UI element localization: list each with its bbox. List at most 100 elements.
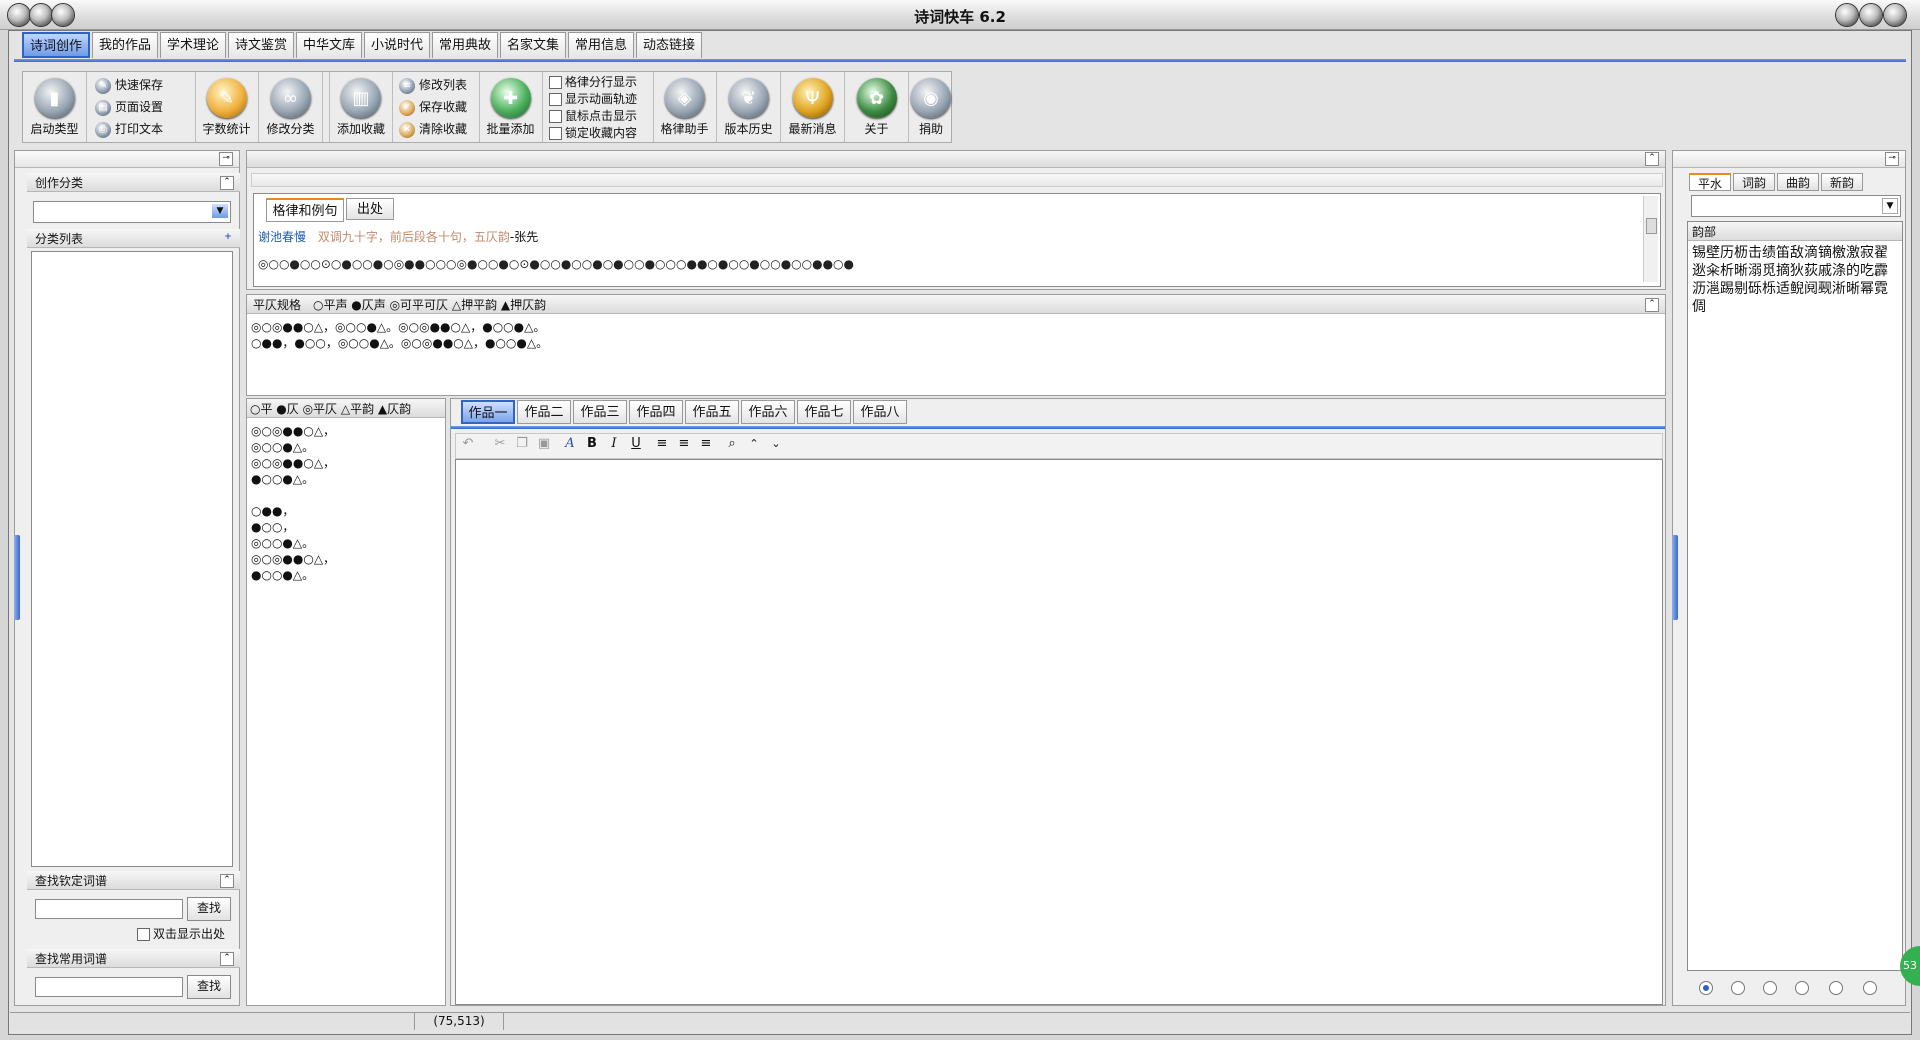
meter-helper-button[interactable]: ◈ 格律助手 bbox=[653, 72, 717, 142]
collapse-icon[interactable]: ⌃ bbox=[1645, 298, 1659, 312]
page-radio-1[interactable] bbox=[1699, 981, 1713, 995]
page-radio-5[interactable] bbox=[1829, 981, 1843, 995]
window-control-2[interactable] bbox=[1860, 4, 1882, 26]
collapse-icon[interactable]: ⌃ bbox=[220, 176, 234, 190]
status-bar: (75,513) bbox=[10, 1012, 1910, 1030]
page-radio-4[interactable] bbox=[1795, 981, 1809, 995]
tab-meter-examples[interactable]: 格律和例句 bbox=[266, 198, 344, 222]
tab-work-4[interactable]: 作品四 bbox=[629, 400, 683, 424]
search-common-button[interactable]: 查找 bbox=[187, 975, 231, 999]
tab-work-8[interactable]: 作品八 bbox=[853, 400, 907, 424]
scrollbar[interactable] bbox=[1643, 196, 1658, 282]
tab-novels[interactable]: 小说时代 bbox=[364, 32, 430, 58]
chevron-down-icon[interactable]: ⌄ bbox=[766, 434, 786, 454]
collapse-icon[interactable]: ⌃ bbox=[220, 952, 234, 966]
tab-source[interactable]: 出处 bbox=[346, 198, 394, 220]
search-common-input[interactable] bbox=[35, 977, 183, 997]
align-center-icon[interactable]: ≡ bbox=[674, 434, 694, 454]
copy-icon[interactable]: ❐ bbox=[512, 434, 532, 454]
tab-work-7[interactable]: 作品七 bbox=[797, 400, 851, 424]
checkbox-lock-favorites[interactable]: 锁定收藏内容 bbox=[549, 124, 637, 141]
font-color-icon[interactable]: A bbox=[560, 434, 580, 454]
tab-library[interactable]: 中华文库 bbox=[296, 32, 362, 58]
save-favorite-button[interactable]: ✓ 保存收藏 bbox=[399, 96, 467, 118]
checkbox-animation-trace[interactable]: 显示动画轨迹 bbox=[549, 90, 637, 107]
tab-quyun[interactable]: 曲韵 bbox=[1777, 173, 1819, 191]
save-favorite-icon: ✓ bbox=[399, 99, 415, 116]
align-left-icon[interactable]: ≡ bbox=[652, 434, 672, 454]
pin-icon[interactable]: ⊸ bbox=[1885, 152, 1899, 166]
tab-appreciation[interactable]: 诗文鉴赏 bbox=[228, 32, 294, 58]
tab-shici-chuangzuo[interactable]: 诗词创作 bbox=[22, 32, 90, 58]
bold-icon[interactable]: B bbox=[582, 434, 602, 454]
cut-icon[interactable]: ✂ bbox=[490, 434, 510, 454]
title-bar: 诗词快车 6.2 bbox=[0, 0, 1920, 30]
align-right-icon[interactable]: ≡ bbox=[696, 434, 716, 454]
category-list[interactable] bbox=[31, 251, 233, 867]
tab-anthologies[interactable]: 名家文集 bbox=[500, 32, 566, 58]
left-splitter-handle[interactable] bbox=[14, 535, 20, 620]
batch-add-button[interactable]: ✚ 批量添加 bbox=[479, 72, 543, 142]
italic-icon[interactable]: I bbox=[604, 434, 624, 454]
page-radio-6[interactable] bbox=[1863, 981, 1877, 995]
search-ci-button[interactable]: 查找 bbox=[187, 897, 231, 921]
tab-links[interactable]: 动态链接 bbox=[636, 32, 702, 58]
add-favorite-button[interactable]: ▥ 添加收藏 bbox=[329, 72, 393, 142]
tab-common-info[interactable]: 常用信息 bbox=[568, 32, 634, 58]
clear-favorite-button[interactable]: ✕ 清除收藏 bbox=[399, 118, 467, 140]
checkbox-meter-lines[interactable]: 格律分行显示 bbox=[549, 73, 637, 90]
word-count-button[interactable]: ✎ 字数统计 bbox=[195, 72, 259, 142]
pin-icon[interactable]: ⊸ bbox=[219, 152, 233, 166]
edit-category-button[interactable]: ∞ 修改分类 bbox=[259, 72, 323, 142]
tab-work-3[interactable]: 作品三 bbox=[573, 400, 627, 424]
tab-ciyun[interactable]: 词韵 bbox=[1733, 173, 1775, 191]
example-pattern: ◎○○●○○⊙○●○○●○◎●●○○○◎●○○●○⊙●○○●○○●○●○○●○○… bbox=[258, 257, 854, 271]
undo-icon[interactable]: ↶ bbox=[458, 434, 478, 454]
about-icon: ✿ bbox=[856, 78, 897, 118]
double-click-source-checkbox[interactable]: 双击显示出处 bbox=[137, 925, 225, 942]
quick-save-button[interactable]: ✎ 快速保存 bbox=[95, 74, 163, 96]
rhyme-characters: 锡壁历枥击绩笛敌滴镝檄激寂翟逖籴析晰溺觅摘狄荻戚涤的吃霹沥㴩踢剔砾栎适鲵阋觋淅晰… bbox=[1692, 245, 1888, 315]
add-icon[interactable]: + bbox=[222, 232, 234, 244]
tab-xinyun[interactable]: 新韵 bbox=[1821, 173, 1863, 191]
print-icon: ⎙ bbox=[95, 121, 111, 138]
category-select[interactable]: ▼ bbox=[33, 201, 231, 223]
page-radio-3[interactable] bbox=[1763, 981, 1777, 995]
batch-add-icon: ✚ bbox=[490, 78, 531, 118]
tab-theory[interactable]: 学术理论 bbox=[160, 32, 226, 58]
main-tab-bar: 诗词创作 我的作品 学术理论 诗文鉴赏 中华文库 小说时代 常用典故 名家文集 … bbox=[14, 32, 1906, 60]
rhyme-select[interactable]: ▼ bbox=[1691, 195, 1901, 217]
version-history-button[interactable]: ❦ 版本历史 bbox=[717, 72, 781, 142]
edit-list-button[interactable]: ≡ 修改列表 bbox=[399, 74, 467, 96]
right-splitter-handle[interactable] bbox=[1672, 535, 1678, 620]
about-button[interactable]: ✿ 关于 bbox=[845, 72, 909, 142]
collapse-icon[interactable]: ⌃ bbox=[220, 874, 234, 888]
editor-textarea[interactable] bbox=[455, 459, 1663, 1005]
collapse-icon[interactable]: ⌃ bbox=[1645, 152, 1659, 166]
tab-work-1[interactable]: 作品一 bbox=[461, 400, 515, 424]
list-icon: ≡ bbox=[399, 77, 415, 94]
clear-icon: ✕ bbox=[399, 121, 415, 138]
paste-icon[interactable]: ▣ bbox=[534, 434, 554, 454]
search-ci-input[interactable] bbox=[35, 899, 183, 919]
tab-pingshui[interactable]: 平水 bbox=[1689, 173, 1731, 191]
latest-news-button[interactable]: Ψ 最新消息 bbox=[781, 72, 845, 142]
checkbox-click-display[interactable]: 鼠标点击显示 bbox=[549, 107, 637, 124]
tab-my-works[interactable]: 我的作品 bbox=[92, 32, 158, 58]
search-common-header: 查找常用词谱 ⌃ bbox=[27, 949, 240, 968]
tab-work-6[interactable]: 作品六 bbox=[741, 400, 795, 424]
find-icon[interactable]: ⌕ bbox=[722, 434, 742, 454]
donate-button[interactable]: ◉ 捐助 bbox=[909, 72, 953, 142]
page-setup-button[interactable]: ▤ 页面设置 bbox=[95, 96, 163, 118]
window-control-3[interactable] bbox=[1884, 4, 1906, 26]
page-radio-2[interactable] bbox=[1731, 981, 1745, 995]
tab-allusions[interactable]: 常用典故 bbox=[432, 32, 498, 58]
tab-work-2[interactable]: 作品二 bbox=[517, 400, 571, 424]
print-text-button[interactable]: ⎙ 打印文本 bbox=[95, 118, 163, 140]
tab-work-5[interactable]: 作品五 bbox=[685, 400, 739, 424]
news-icon: Ψ bbox=[792, 78, 833, 118]
chevron-up-icon[interactable]: ⌃ bbox=[744, 434, 764, 454]
underline-icon[interactable]: U bbox=[626, 434, 646, 454]
launch-type-button[interactable]: ▮ 启动类型 bbox=[23, 72, 87, 142]
window-control-1[interactable] bbox=[1836, 4, 1858, 26]
